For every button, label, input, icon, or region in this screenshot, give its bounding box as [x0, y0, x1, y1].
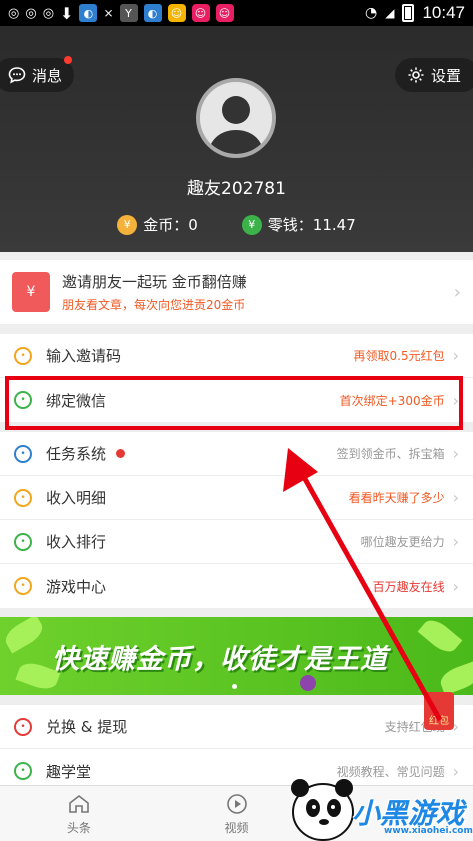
- home-icon: [69, 794, 89, 813]
- app-icon: ◐: [143, 4, 162, 22]
- red-envelope-icon: ¥: [12, 272, 50, 312]
- weibo-icon: ◎: [25, 5, 37, 21]
- list-item-icon: •: [14, 717, 32, 736]
- change-value: 零钱：11.47: [267, 216, 356, 234]
- list-item-hint: 哪位趣友更给力: [360, 535, 445, 549]
- leaf-decoration: [1, 617, 47, 654]
- leaf-decoration: [437, 660, 473, 695]
- list-item[interactable]: • 游戏中心 百万趣友在线 ›: [0, 564, 473, 608]
- invite-code-list: • 输入邀请码 再领取0.5元红包 › • 绑定微信 首次绑定+300金币 ›: [0, 334, 473, 422]
- face-app-icon: ☺: [215, 4, 234, 22]
- watermark-url: www.xiaohei.com: [384, 826, 473, 836]
- wifi-icon: ◔: [365, 5, 378, 21]
- battery-icon: [402, 4, 415, 22]
- red-packet-label: 红包: [429, 716, 449, 727]
- list-item-icon: •: [14, 577, 32, 595]
- cell-signal-icon: ◢: [385, 6, 395, 20]
- list-item-icon: •: [14, 532, 32, 551]
- red-packet-float-button[interactable]: 红包: [424, 692, 454, 730]
- clock: 10:47: [422, 3, 465, 22]
- chevron-right-icon: ›: [452, 346, 459, 365]
- coins-value: 金币：0: [143, 216, 198, 234]
- chevron-right-icon: ›: [453, 281, 461, 303]
- avatar[interactable]: [196, 78, 276, 158]
- list-item-label: 游戏中心: [46, 577, 107, 596]
- coin-icon: ¥: [117, 214, 138, 235]
- chevron-right-icon: ›: [452, 444, 459, 463]
- list-item-label: 收入明细: [46, 489, 107, 507]
- change-stat[interactable]: ¥ 零钱：11.47: [241, 214, 356, 235]
- status-bar: ◎ ◎ ◎ ⬇ ◐ ⨯ Y ◐ ☺ ☺ ☺ ◔ ◢ 10:47: [0, 0, 473, 26]
- list-item-label: 绑定微信: [46, 391, 107, 410]
- play-icon: [226, 793, 247, 814]
- nav-label: 头条: [66, 820, 91, 835]
- list-item-hint: 再领取0.5元红包: [353, 349, 445, 363]
- balance-stats: ¥ 金币：0 ¥ 零钱：11.47: [0, 214, 473, 235]
- username: 趣友202781: [187, 179, 286, 199]
- list-item-icon: •: [14, 488, 32, 507]
- list-item-label: 输入邀请码: [46, 347, 122, 365]
- banner-text: 快速赚金币，收徒才是王道: [52, 644, 388, 675]
- list-item-icon: •: [14, 762, 32, 780]
- settings-label: 设置: [430, 66, 461, 85]
- invite-title: 邀请朋友一起玩 金币翻倍赚: [62, 273, 247, 291]
- list-item[interactable]: • 输入邀请码 再领取0.5元红包 ›: [0, 334, 473, 378]
- weibo-icon: ◎: [42, 5, 55, 21]
- chevron-right-icon: ›: [452, 390, 459, 410]
- gear-icon: [408, 67, 424, 83]
- messages-label: 消息: [32, 66, 63, 85]
- candy-decoration: [300, 675, 316, 691]
- notification-dot: [64, 56, 73, 64]
- list-item-icon: •: [14, 391, 32, 409]
- list-item[interactable]: • 兑换 & 提现 支持红包现 ›: [0, 705, 473, 749]
- coins-stat[interactable]: ¥ 金币：0: [117, 214, 198, 235]
- list-item-icon: •: [14, 444, 32, 463]
- list-item-label: 任务系统: [46, 445, 107, 463]
- face-app-icon: ☺: [191, 4, 210, 22]
- chevron-right-icon: ›: [452, 576, 459, 596]
- list-item-icon: •: [14, 346, 32, 365]
- features-list: • 任务系统 签到领金币、拆宝箱 › • 收入明细 看看昨天赚了多少 › • 收入排行 哪位趣友更给…: [0, 432, 473, 608]
- list-item-hint: 百万趣友在线: [372, 579, 445, 594]
- leaf-decoration: [417, 617, 463, 658]
- chevron-right-icon: ›: [452, 488, 459, 507]
- nav-label: 视频: [224, 820, 249, 835]
- list-item-label: 收入排行: [46, 533, 107, 551]
- signal-x-icon: ⨯: [103, 6, 114, 20]
- app-icon: ◐: [79, 4, 98, 22]
- promo-banner[interactable]: 快速赚金币，收徒才是王道: [0, 617, 473, 695]
- list-item-hint: 看看昨天赚了多少: [348, 491, 445, 505]
- profile-header: 消息 设置 趣友202781 ¥ 金币：0 ¥ 零钱：11.47: [0, 26, 473, 252]
- download-icon: ⬇: [60, 3, 74, 23]
- list-item-hint: 签到领金币、拆宝箱: [336, 447, 445, 461]
- status-icons: ◎ ◎ ◎ ⬇ ◐ ⨯ Y ◐ ☺ ☺ ☺: [8, 4, 234, 23]
- list-item[interactable]: • 收入排行 哪位趣友更给力 ›: [0, 520, 473, 564]
- list-item[interactable]: • 任务系统 签到领金币、拆宝箱 ›: [0, 432, 473, 476]
- list-item-label: 趣学堂: [46, 762, 92, 781]
- invite-friends-card[interactable]: ¥ 邀请朋友一起玩 金币翻倍赚 朋友看文章，每次向您进贡20金币 ›: [0, 260, 473, 324]
- weibo-icon: ◎: [8, 5, 20, 21]
- chevron-right-icon: ›: [452, 532, 459, 551]
- chat-bubble-icon: [8, 67, 26, 84]
- carousel-indicator: [232, 684, 237, 689]
- list-item-hint: 首次绑定+300金币: [339, 393, 445, 408]
- list-item[interactable]: • 收入明细 看看昨天赚了多少 ›: [0, 476, 473, 520]
- list-item-label: 兑换 & 提现: [46, 718, 128, 736]
- face-app-icon: ☺: [167, 4, 186, 22]
- yuan-icon: ¥: [241, 214, 262, 235]
- settings-button[interactable]: 设置: [394, 58, 473, 92]
- invite-subtitle: 朋友看文章，每次向您进贡20金币: [62, 298, 246, 312]
- list-item[interactable]: • 绑定微信 首次绑定+300金币 ›: [0, 378, 473, 422]
- messages-button[interactable]: 消息: [0, 56, 75, 92]
- nav-headlines[interactable]: 头条: [0, 786, 158, 841]
- notification-dot: [116, 449, 126, 458]
- default-user-icon: [200, 82, 272, 154]
- app-icon: Y: [119, 4, 138, 22]
